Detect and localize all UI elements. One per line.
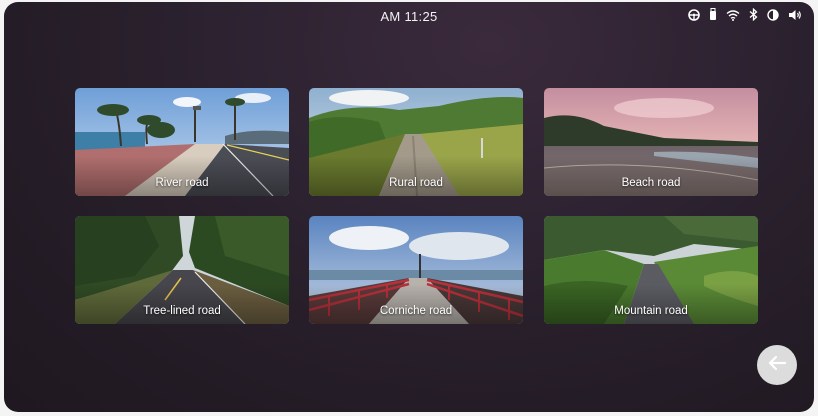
back-button[interactable] [757,345,797,385]
road-label: Beach road [621,177,681,189]
steering-wheel-icon [688,8,700,21]
road-card-beach[interactable]: Beach road [544,88,758,196]
card-shade [309,156,523,196]
card-shade [544,284,758,324]
road-card-tree-lined[interactable]: Tree-lined road [75,216,289,324]
road-label: River road [155,177,209,189]
usb-icon [709,8,717,21]
road-label: Corniche road [379,305,453,317]
road-card-river[interactable]: River road [75,88,289,196]
brightness-icon [767,8,779,21]
status-icons [688,8,802,21]
volume-icon [788,9,802,21]
card-shade [309,284,523,324]
wifi-icon [726,9,740,21]
card-shade [75,284,289,324]
road-card-mountain[interactable]: Mountain road [544,216,758,324]
road-label: Mountain road [614,305,688,317]
screen: AM 11:25 River road Rural road Beach roa… [4,2,814,412]
road-label: Rural road [389,177,443,189]
road-grid: River road Rural road Beach road Tree-li… [75,88,758,324]
card-shade [544,156,758,196]
road-card-rural[interactable]: Rural road [309,88,523,196]
bluetooth-icon [749,8,758,21]
status-bar: AM 11:25 [4,2,814,30]
road-label: Tree-lined road [143,305,221,317]
card-shade [75,156,289,196]
road-card-corniche[interactable]: Corniche road [309,216,523,324]
arrow-left-icon [767,355,787,376]
